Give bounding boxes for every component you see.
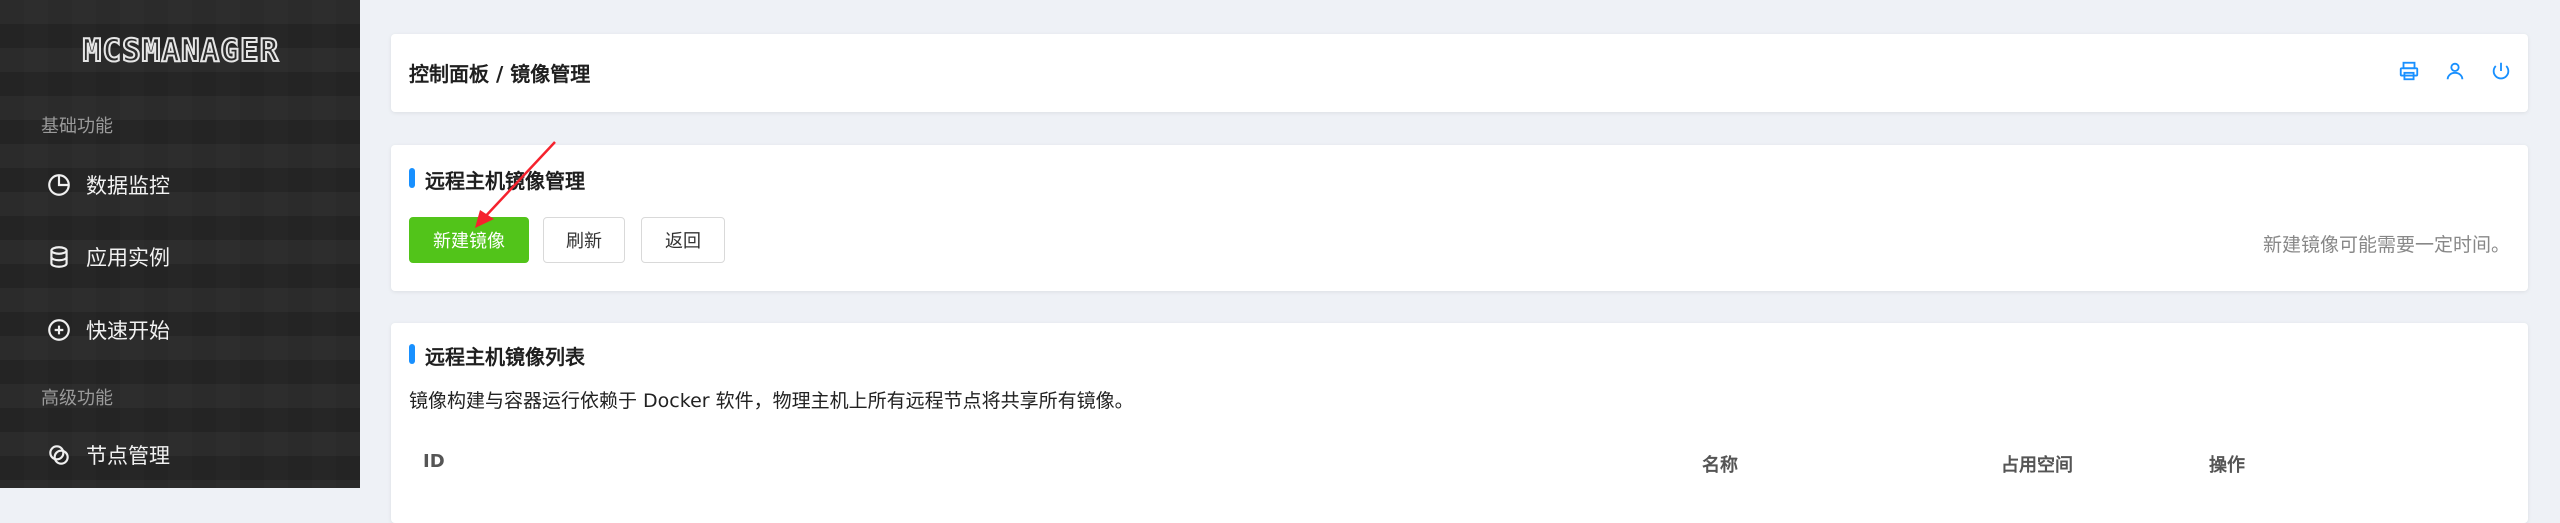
sidebar: MCSMANAGER 基础功能 数据监控 应用实例 快速开始 高级功能 节点管理 — [0, 0, 360, 488]
sidebar-item-label: 快速开始 — [86, 319, 170, 343]
plus-circle-icon — [44, 315, 74, 345]
refresh-button[interactable]: 刷新 — [543, 217, 625, 263]
nav-group-basic: 基础功能 — [41, 116, 113, 137]
breadcrumb: 控制面板 / 镜像管理 — [409, 62, 591, 86]
database-icon — [44, 242, 74, 272]
top-bar: 控制面板 / 镜像管理 — [391, 34, 2528, 112]
sidebar-item-label: 数据监控 — [86, 174, 170, 198]
column-name: 名称 — [1702, 455, 1738, 476]
sidebar-item-quick-start[interactable]: 快速开始 — [0, 302, 360, 358]
hint-text: 新建镜像可能需要一定时间。 — [2262, 234, 2510, 256]
sidebar-item-label: 应用实例 — [86, 246, 170, 270]
pie-chart-icon — [44, 170, 74, 200]
image-list-card: 远程主机镜像列表 镜像构建与容器运行依赖于 Docker 软件，物理主机上所有远… — [391, 323, 2528, 523]
power-icon[interactable] — [2488, 58, 2514, 84]
column-size: 占用空间 — [2001, 455, 2073, 476]
printer-icon[interactable] — [2396, 58, 2422, 84]
section-title: 远程主机镜像管理 — [409, 165, 585, 194]
section-title: 远程主机镜像列表 — [409, 341, 585, 370]
table-header: ID 名称 占用空间 操作 — [391, 443, 2528, 483]
user-icon[interactable] — [2442, 58, 2468, 84]
nav-group-advanced: 高级功能 — [41, 388, 113, 409]
back-button[interactable]: 返回 — [641, 217, 725, 263]
create-image-button[interactable]: 新建镜像 — [409, 217, 529, 263]
logo: MCSMANAGER — [82, 33, 280, 69]
header-tools — [2396, 58, 2514, 84]
description: 镜像构建与容器运行依赖于 Docker 软件，物理主机上所有远程节点将共享所有镜… — [409, 390, 1134, 412]
cluster-icon — [44, 440, 74, 470]
sidebar-item-data-monitor[interactable]: 数据监控 — [0, 157, 360, 213]
column-actions: 操作 — [2209, 455, 2245, 476]
column-id: ID — [423, 451, 445, 472]
sidebar-item-label: 节点管理 — [86, 444, 170, 468]
image-management-card: 远程主机镜像管理 新建镜像 刷新 返回 新建镜像可能需要一定时间。 — [391, 145, 2528, 291]
sidebar-item-nodes[interactable]: 节点管理 — [0, 427, 360, 483]
sidebar-item-instances[interactable]: 应用实例 — [0, 229, 360, 285]
